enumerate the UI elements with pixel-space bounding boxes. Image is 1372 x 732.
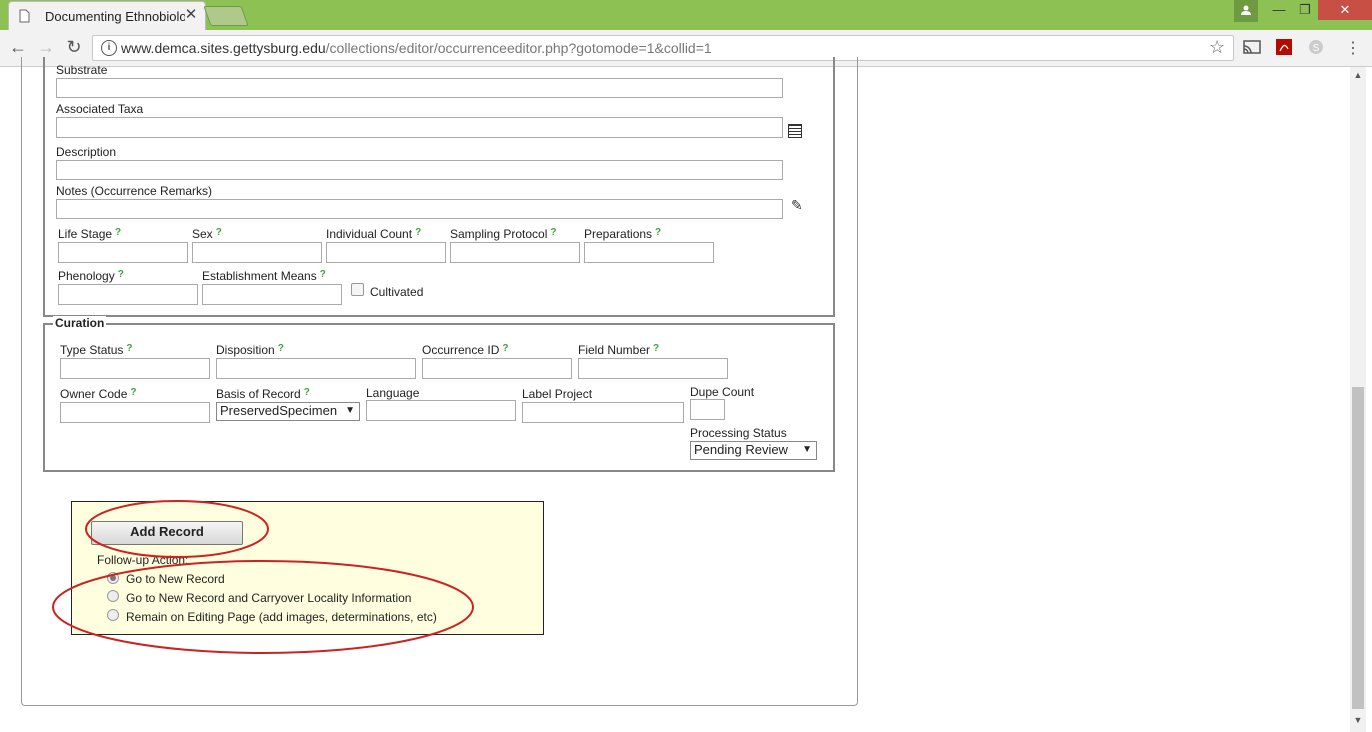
- url-path: /collections/editor/occurrenceeditor.php…: [325, 40, 712, 56]
- annotation-ellipse-options: [52, 560, 474, 654]
- bookmark-star-icon[interactable]: ☆: [1209, 37, 1225, 58]
- back-icon[interactable]: ←: [6, 35, 30, 59]
- browser-menu-icon[interactable]: ⋮: [1345, 38, 1361, 58]
- vertical-scrollbar[interactable]: ▲ ▼: [1350, 67, 1366, 732]
- tab-title: Documenting Ethnobiolo: [45, 9, 185, 24]
- page-content: Substrate Associated Taxa Description No…: [0, 57, 1350, 732]
- url-host: www.demca.sites.gettysburg.edu: [121, 40, 326, 56]
- browser-tab[interactable]: Documenting Ethnobiolo ✕: [8, 1, 206, 31]
- reload-icon[interactable]: ↻: [62, 35, 86, 59]
- scroll-up-icon[interactable]: ▲: [1352, 69, 1364, 81]
- window-close-button[interactable]: ✕: [1318, 0, 1372, 20]
- annotation-ellipse-button: [85, 500, 269, 558]
- cast-icon[interactable]: [1242, 37, 1262, 57]
- new-tab-button[interactable]: [203, 6, 249, 26]
- forward-icon[interactable]: →: [34, 35, 58, 59]
- tab-close-icon[interactable]: ✕: [183, 6, 199, 24]
- skype-extension-icon[interactable]: S: [1306, 37, 1326, 57]
- pdf-extension-icon[interactable]: [1274, 37, 1294, 57]
- page-icon: [19, 9, 30, 23]
- user-profile-icon[interactable]: [1234, 0, 1258, 22]
- scroll-down-icon[interactable]: ▼: [1352, 714, 1364, 726]
- restore-button[interactable]: ❐: [1290, 0, 1320, 22]
- annotation-overlay: [52, 500, 474, 654]
- scrollbar-thumb[interactable]: [1352, 387, 1364, 709]
- info-icon[interactable]: i: [101, 40, 117, 56]
- url-text: www.demca.sites.gettysburg.edu/collectio…: [121, 40, 712, 56]
- svg-text:S: S: [1313, 43, 1320, 54]
- title-bar: Documenting Ethnobiolo ✕ — ❐ ✕: [0, 0, 1372, 31]
